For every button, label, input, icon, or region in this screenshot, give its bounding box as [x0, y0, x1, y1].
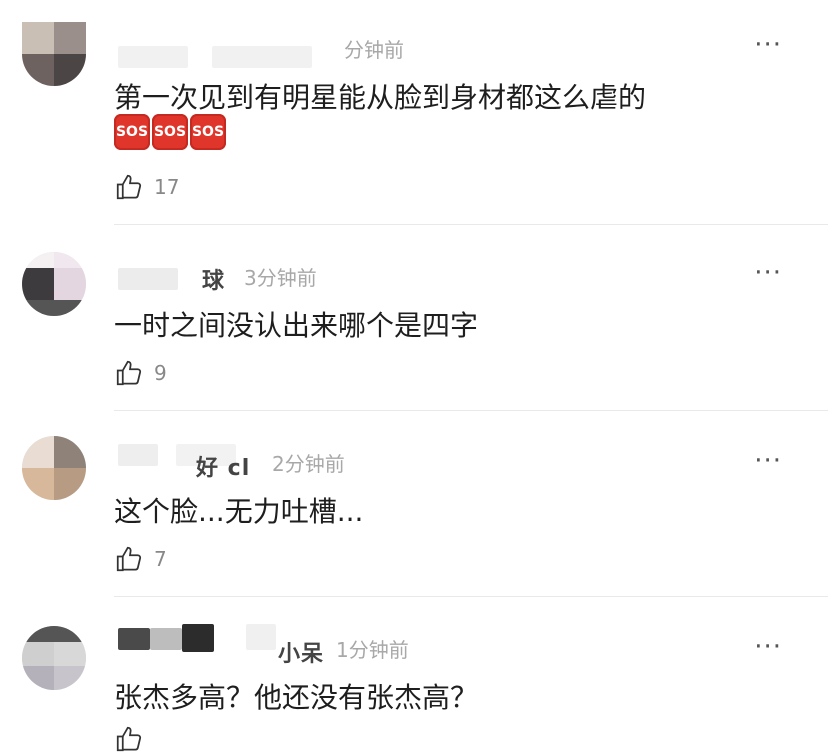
- username-blurred[interactable]: [212, 46, 312, 68]
- username-blurred[interactable]: [118, 46, 188, 68]
- sos-emoji-icon: SOS: [152, 114, 188, 150]
- avatar[interactable]: [22, 626, 86, 690]
- like-button[interactable]: 17: [114, 172, 179, 202]
- more-options-icon[interactable]: ···: [754, 32, 782, 58]
- more-options-icon[interactable]: ···: [754, 448, 782, 474]
- timestamp: 分钟前: [344, 38, 404, 62]
- thumbs-up-icon: [116, 360, 142, 386]
- thumbs-up-icon: [116, 726, 142, 752]
- timestamp: 2分钟前: [272, 452, 345, 476]
- like-count: 17: [154, 175, 180, 199]
- like-button[interactable]: [114, 724, 154, 754]
- like-button[interactable]: 9: [114, 358, 167, 388]
- avatar[interactable]: [22, 22, 86, 86]
- comment-text: 张杰多高？他还没有张杰高？: [114, 681, 479, 714]
- timestamp: 3分钟前: [244, 266, 317, 290]
- divider: [114, 596, 828, 597]
- like-button[interactable]: 7: [114, 544, 167, 574]
- thumbs-up-icon: [116, 174, 142, 200]
- username-blurred[interactable]: [118, 268, 178, 290]
- more-options-icon[interactable]: ···: [754, 634, 782, 660]
- like-count: 9: [154, 361, 167, 385]
- comment-text: 这个脸...无力吐槽...: [114, 495, 364, 528]
- username[interactable]: 球: [202, 263, 225, 295]
- username-blurred[interactable]: [246, 624, 276, 650]
- avatar[interactable]: [22, 252, 86, 316]
- comment-text: 一时之间没认出来哪个是四字: [114, 309, 479, 342]
- thumbs-up-icon: [116, 546, 142, 572]
- username-blurred[interactable]: [182, 624, 214, 652]
- sos-emoji-icon: SOS: [190, 114, 226, 150]
- divider: [114, 410, 828, 411]
- timestamp: 1分钟前: [336, 638, 409, 662]
- username[interactable]: 好 cl: [196, 450, 250, 482]
- username[interactable]: 小呆: [278, 636, 324, 668]
- like-count: 7: [154, 547, 167, 571]
- username-blurred[interactable]: [150, 628, 182, 650]
- avatar[interactable]: [22, 436, 86, 500]
- divider: [114, 224, 828, 225]
- emoji-row: SOS SOS SOS: [114, 114, 226, 150]
- more-options-icon[interactable]: ···: [754, 260, 782, 286]
- username-blurred[interactable]: [118, 444, 158, 466]
- sos-emoji-icon: SOS: [114, 114, 150, 150]
- username-blurred[interactable]: [118, 628, 150, 650]
- comment-text: 第一次见到有明星能从脸到身材都这么虐的: [114, 81, 647, 114]
